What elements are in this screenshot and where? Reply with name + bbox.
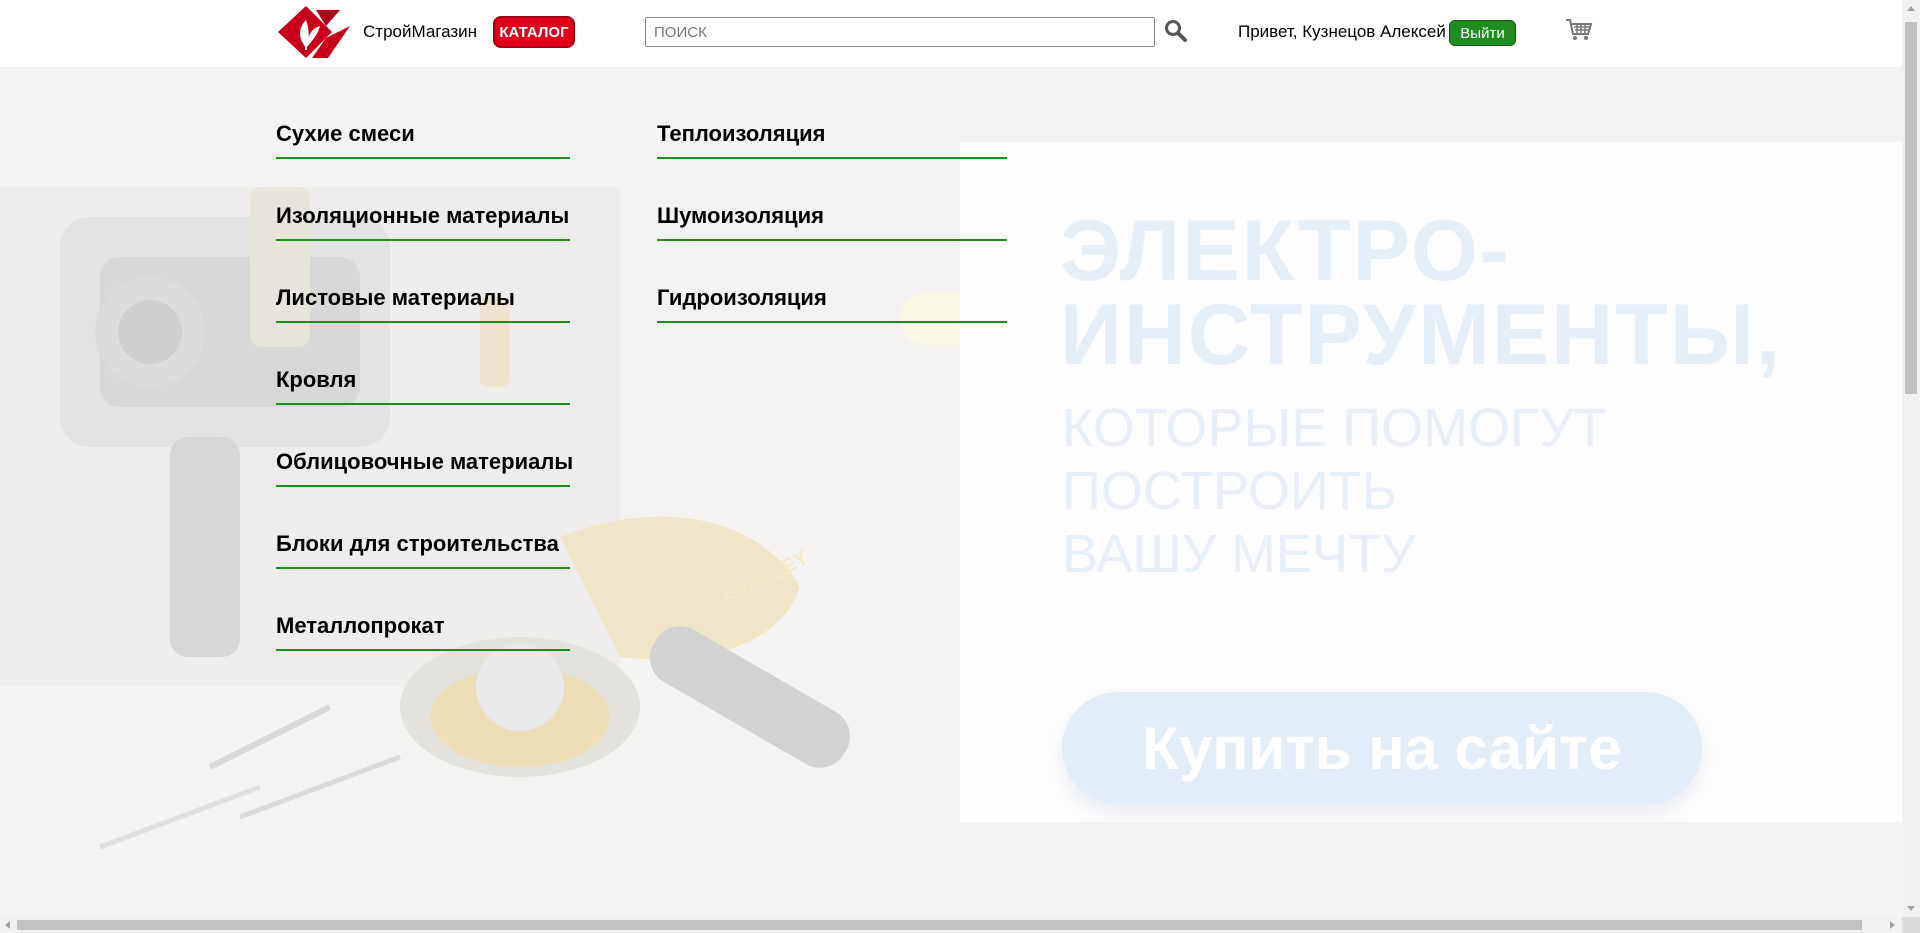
catalog-item-facing-materials[interactable]: Облицовочные материалы [276, 449, 573, 487]
catalog-item-dry-mixes[interactable]: Сухие смеси [276, 121, 570, 159]
cart-icon[interactable] [1565, 17, 1593, 43]
power-tools-image: STANLEY [0, 187, 851, 850]
search-icon[interactable] [1164, 19, 1188, 43]
logout-button[interactable]: Выйти [1449, 20, 1516, 46]
catalog-item-insulation-materials[interactable]: Изоляционные материалы [276, 203, 570, 241]
scroll-up-arrow-icon[interactable] [1907, 6, 1915, 11]
promo-subtitle-line1: КОТОРЫЕ ПОМОГУТ [1062, 398, 1607, 458]
buy-on-site-button[interactable]: Купить на сайте [1062, 692, 1702, 804]
horizontal-scrollbar[interactable] [0, 917, 1902, 933]
catalog-item-building-blocks[interactable]: Блоки для строительства [276, 531, 570, 569]
catalog-item-thermal-insulation[interactable]: Теплоизоляция [657, 121, 1007, 159]
promo-panel: ЭЛЕКТРО- ИНСТРУМЕНТЫ, КОТОРЫЕ ПОМОГУТ ПО… [960, 142, 1902, 822]
logo-icon[interactable] [276, 4, 352, 60]
catalog-item-rolled-metal[interactable]: Металлопрокат [276, 613, 570, 651]
catalog-item-sheet-materials[interactable]: Листовые материалы [276, 285, 570, 323]
scrollbar-corner [1902, 917, 1920, 933]
horizontal-scroll-thumb[interactable] [17, 920, 1862, 930]
brand-name[interactable]: СтройМагазин [363, 22, 477, 42]
vertical-scrollbar[interactable] [1902, 0, 1920, 917]
hero-banner: STANLEY ЭЛЕКТРО- ИНСТРУМЕНТЫ, КОТОРЫЕ ПО… [0, 67, 1902, 917]
scroll-right-arrow-icon[interactable] [1890, 921, 1895, 929]
vertical-scroll-thumb[interactable] [1905, 22, 1917, 394]
search-input[interactable] [645, 17, 1155, 47]
scroll-down-arrow-icon[interactable] [1907, 906, 1915, 911]
promo-subtitle-line3: ВАШУ МЕЧТУ [1062, 524, 1416, 584]
promo-subtitle-line2: ПОСТРОИТЬ [1062, 461, 1398, 521]
catalog-item-roofing[interactable]: Кровля [276, 367, 570, 405]
scroll-left-arrow-icon[interactable] [5, 921, 10, 929]
user-greeting: Привет, Кузнецов Алексей [1238, 22, 1446, 41]
catalog-button[interactable]: КАТАЛОГ [493, 16, 575, 48]
site-header: СтройМагазин КАТАЛОГ Привет, Кузнецов Ал… [0, 0, 1902, 67]
catalog-item-waterproofing[interactable]: Гидроизоляция [657, 285, 1007, 323]
catalog-item-sound-insulation[interactable]: Шумоизоляция [657, 203, 1007, 241]
promo-headline-line2: ИНСТРУМЕНТЫ, [1060, 287, 1782, 383]
